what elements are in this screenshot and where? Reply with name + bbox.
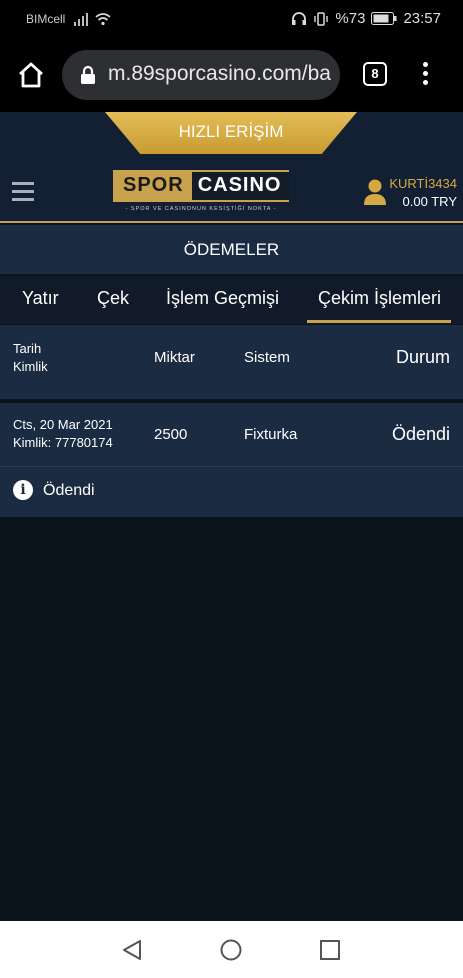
recents-icon[interactable]	[320, 940, 340, 960]
column-id: Kimlik	[13, 359, 48, 374]
hamburger-menu-icon[interactable]	[12, 182, 34, 204]
signal-wifi-icon	[74, 13, 111, 26]
info-icon: i	[13, 480, 33, 500]
status-note-text: Ödendi	[43, 482, 95, 499]
carrier-label: BIMcell	[26, 12, 66, 26]
logo-word-spor: SPOR	[115, 172, 192, 200]
row-date: Cts, 20 Mar 2021	[13, 417, 113, 432]
payment-tabs: Yatır Çek İşlem Geçmişi Çekim İşlemleri	[0, 276, 463, 324]
column-amount: Miktar	[154, 349, 195, 366]
column-status: Durum	[395, 347, 450, 367]
column-date: Tarih	[13, 341, 42, 356]
column-system: Sistem	[244, 349, 290, 366]
user-icon[interactable]	[364, 178, 386, 206]
row-system: Fixturka	[244, 426, 298, 443]
vibrate-icon	[314, 11, 329, 26]
row-id: Kimlik: 77780174	[13, 435, 113, 450]
system-navigation-bar	[0, 921, 463, 978]
user-account[interactable]: KURTİ3434 0.00 TRY	[389, 176, 457, 209]
site-logo[interactable]: SPOR CASINO - SPOR VE CASINONUN KESİŞTİĞ…	[113, 170, 290, 216]
page-title: ÖDEMELER	[0, 225, 463, 275]
table-row[interactable]: Cts, 20 Mar 2021 Kimlik: 77780174 2500 F…	[0, 403, 463, 467]
home-icon[interactable]	[16, 60, 46, 90]
battery-icon	[371, 12, 397, 25]
table-header: Tarih Kimlik Miktar Sistem Durum	[0, 325, 463, 401]
address-bar[interactable]: m.89sporcasino.com/ba	[62, 50, 340, 100]
battery-percent: %73	[335, 10, 366, 27]
logo-word-casino: CASINO	[191, 172, 290, 200]
row-status: Ödendi	[391, 424, 450, 444]
site-header: HIZLI ERİŞİM SPOR CASINO - SPOR VE CASIN…	[0, 112, 463, 223]
more-menu-icon[interactable]	[420, 62, 430, 90]
quick-access-button[interactable]: HIZLI ERİŞİM	[105, 112, 357, 154]
username: KURTİ3434	[389, 176, 457, 191]
clock: 23:57	[403, 10, 441, 27]
tab-switcher-button[interactable]: 8	[363, 62, 387, 86]
browser-toolbar: m.89sporcasino.com/ba 8	[0, 38, 463, 112]
back-icon[interactable]	[122, 939, 142, 961]
status-note: i Ödendi	[0, 467, 463, 517]
logo-tagline: - SPOR VE CASINONUN KESİŞTİĞİ NOKTA -	[125, 206, 277, 212]
home-nav-icon[interactable]	[220, 939, 242, 961]
tab-deposit[interactable]: Yatır	[22, 288, 59, 309]
tab-withdrawal-transactions[interactable]: Çekim İşlemleri	[318, 288, 441, 309]
headphones-icon	[292, 12, 307, 25]
url-text: m.89sporcasino.com/ba	[108, 62, 331, 85]
balance: 0.00 TRY	[402, 194, 457, 209]
tab-withdraw[interactable]: Çek	[97, 288, 129, 309]
row-amount: 2500	[154, 426, 188, 443]
tab-transaction-history[interactable]: İşlem Geçmişi	[166, 288, 279, 309]
active-tab-indicator	[307, 320, 451, 323]
lock-icon	[81, 65, 95, 84]
status-bar: BIMcell %73 23:57	[0, 0, 463, 38]
